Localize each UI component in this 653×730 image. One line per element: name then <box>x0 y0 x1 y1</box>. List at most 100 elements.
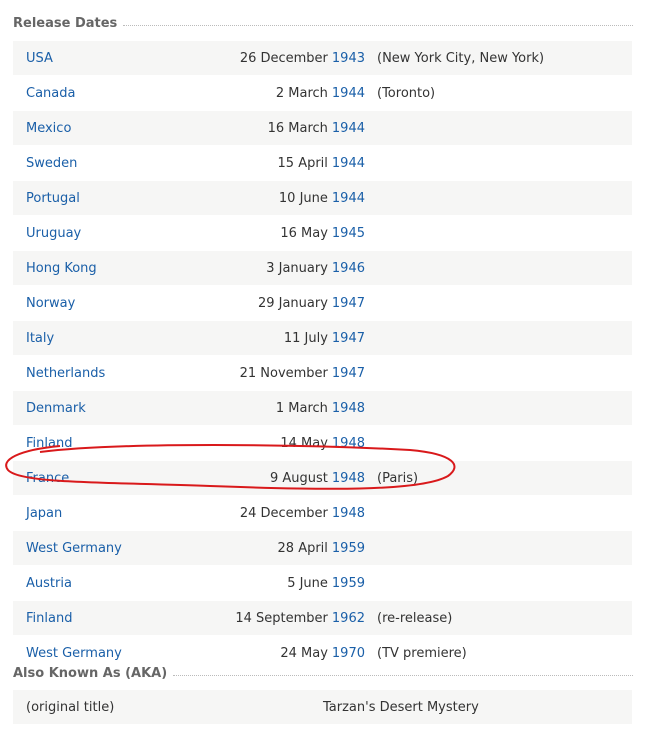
aka-header: Also Known As (AKA) <box>13 666 633 681</box>
country-link[interactable]: Mexico <box>26 121 71 136</box>
release-date: 26 December 1943 <box>240 51 365 66</box>
release-row: Mexico 16 March 1944 <box>13 111 632 146</box>
release-date: 21 November 1947 <box>240 366 365 381</box>
year-link[interactable]: 1947 <box>332 331 365 346</box>
release-day-month: 1 March <box>275 400 328 416</box>
release-date: 10 June 1944 <box>279 191 365 206</box>
year-link[interactable]: 1944 <box>332 86 365 101</box>
release-day-month: 14 May <box>280 435 328 451</box>
release-date: 14 September 1962 <box>235 611 365 626</box>
country-link[interactable]: Norway <box>26 296 75 311</box>
country-link[interactable]: France <box>26 471 69 486</box>
release-day-month: 3 January <box>266 260 328 276</box>
release-row: West Germany 28 April 1959 <box>13 531 632 566</box>
release-day-month: 29 January <box>257 295 328 311</box>
header-divider <box>173 675 633 676</box>
release-date: 14 May 1948 <box>280 436 365 451</box>
release-dates-table: USA 26 December 1943 (New York City, New Yo… <box>13 41 632 671</box>
release-row: Italy 11 July 1947 <box>13 321 632 356</box>
year-link[interactable]: 1947 <box>332 366 365 381</box>
year-link[interactable]: 1948 <box>332 471 365 486</box>
year-link[interactable]: 1970 <box>332 646 365 661</box>
release-dates-header: Release Dates <box>13 16 633 31</box>
release-date: 5 June 1959 <box>287 576 365 591</box>
release-row: Netherlands 21 November 1947 <box>13 356 632 391</box>
release-date: 28 April 1959 <box>278 541 365 556</box>
aka-value: Tarzan's Desert Mystery <box>323 699 479 715</box>
year-link[interactable]: 1943 <box>332 51 365 66</box>
release-day-month: 26 December <box>239 50 328 66</box>
release-row: Norway 29 January 1947 <box>13 286 632 321</box>
country-link[interactable]: Canada <box>26 86 75 101</box>
release-date: 16 March 1944 <box>268 121 365 136</box>
country-link[interactable]: Austria <box>26 576 72 591</box>
release-row: Portugal 10 June 1944 <box>13 181 632 216</box>
aka-row: (original title) Tarzan's Desert Mystery <box>13 690 632 725</box>
release-row: USA 26 December 1943 (New York City, New Yo… <box>13 41 632 76</box>
release-date: 11 July 1947 <box>284 331 365 346</box>
release-note: (re-release) <box>377 610 453 626</box>
release-day-month: 24 May <box>280 645 328 661</box>
release-day-month: 10 June <box>278 190 328 206</box>
release-row: France 9 August 1948 (Paris) <box>13 461 632 496</box>
release-day-month: 24 December <box>239 505 328 521</box>
release-note: (New York City, New York) <box>377 50 545 66</box>
year-link[interactable]: 1948 <box>332 401 365 416</box>
year-link[interactable]: 1962 <box>332 611 365 626</box>
aka-label: (original title) <box>26 699 115 715</box>
release-day-month: 9 August <box>270 470 328 486</box>
aka-table: (original title) Tarzan's Desert Mystery <box>13 690 632 725</box>
release-row: Uruguay 16 May 1945 <box>13 216 632 251</box>
release-date: 15 April 1944 <box>278 156 365 171</box>
country-link[interactable]: West Germany <box>26 646 122 661</box>
release-date: 1 March 1948 <box>276 401 365 416</box>
release-row: Canada 2 March 1944 (Toronto) <box>13 76 632 111</box>
country-link[interactable]: Uruguay <box>26 226 81 241</box>
release-day-month: 5 June <box>287 575 328 591</box>
country-link[interactable]: Japan <box>26 506 62 521</box>
year-link[interactable]: 1947 <box>332 296 365 311</box>
release-day-month: 28 April <box>277 540 328 556</box>
country-link[interactable]: Finland <box>26 436 72 451</box>
release-row: Japan 24 December 1948 <box>13 496 632 531</box>
release-day-month: 16 May <box>280 225 328 241</box>
year-link[interactable]: 1946 <box>332 261 365 276</box>
year-link[interactable]: 1945 <box>332 226 365 241</box>
year-link[interactable]: 1944 <box>332 156 365 171</box>
year-link[interactable]: 1948 <box>332 436 365 451</box>
country-link[interactable]: Denmark <box>26 401 86 416</box>
release-row: Finland 14 September 1962 (re-release) <box>13 601 632 636</box>
release-day-month: 2 March <box>275 85 328 101</box>
year-link[interactable]: 1944 <box>332 191 365 206</box>
release-day-month: 14 September <box>235 610 328 626</box>
release-date: 9 August 1948 <box>270 471 365 486</box>
release-date: 24 May 1970 <box>280 646 365 661</box>
release-day-month: 11 July <box>283 330 328 346</box>
release-row: Austria 5 June 1959 <box>13 566 632 601</box>
year-link[interactable]: 1948 <box>332 506 365 521</box>
country-link[interactable]: Hong Kong <box>26 261 97 276</box>
year-link[interactable]: 1959 <box>332 541 365 556</box>
country-link[interactable]: Netherlands <box>26 366 105 381</box>
year-link[interactable]: 1959 <box>332 576 365 591</box>
release-row: Sweden 15 April 1944 <box>13 146 632 181</box>
release-date: 16 May 1945 <box>280 226 365 241</box>
release-dates-title: Release Dates <box>13 16 118 31</box>
release-day-month: 21 November <box>239 365 328 381</box>
release-date: 3 January 1946 <box>266 261 365 276</box>
release-date: 2 March 1944 <box>276 86 365 101</box>
country-link[interactable]: Sweden <box>26 156 77 171</box>
header-divider <box>123 25 633 26</box>
country-link[interactable]: Portugal <box>26 191 80 206</box>
aka-title: Also Known As (AKA) <box>13 666 168 681</box>
release-note: (Paris) <box>377 470 419 486</box>
release-day-month: 16 March <box>267 120 328 136</box>
release-day-month: 15 April <box>277 155 328 171</box>
country-link[interactable]: USA <box>26 51 53 66</box>
release-date: 24 December 1948 <box>240 506 365 521</box>
year-link[interactable]: 1944 <box>332 121 365 136</box>
country-link[interactable]: West Germany <box>26 541 122 556</box>
country-link[interactable]: Italy <box>26 331 54 346</box>
release-row: Finland 14 May 1948 <box>13 426 632 461</box>
country-link[interactable]: Finland <box>26 611 72 626</box>
